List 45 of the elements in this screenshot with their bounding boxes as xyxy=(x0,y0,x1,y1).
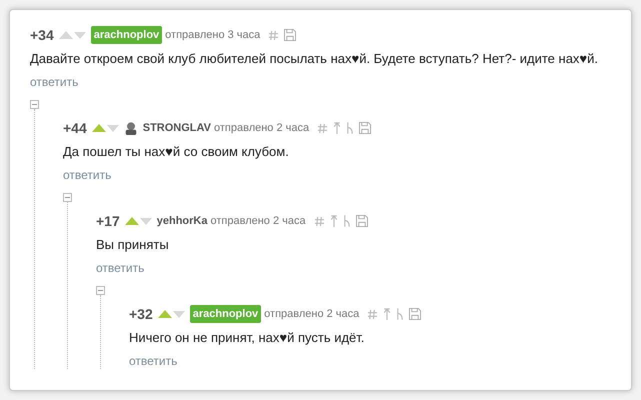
hash-icon[interactable] xyxy=(317,122,328,134)
arrow-up-icon[interactable] xyxy=(333,122,342,134)
author-name[interactable]: STRONGLAV xyxy=(142,120,211,136)
comment-text: Да пошел ты нах♥й со своим клубом. xyxy=(63,144,290,160)
branch-icon[interactable] xyxy=(342,215,351,227)
arrow-up-icon[interactable] xyxy=(330,215,338,227)
branch-icon[interactable] xyxy=(396,308,404,320)
reply-link[interactable]: ответить xyxy=(129,353,178,369)
downvote-icon[interactable] xyxy=(172,310,185,318)
save-icon[interactable] xyxy=(359,122,372,134)
comment-text: Ничего он не принят, нах♥й пусть идёт. xyxy=(129,330,366,346)
save-icon[interactable] xyxy=(409,308,422,320)
downvote-icon[interactable] xyxy=(140,218,152,224)
author-name[interactable]: arachnoplov xyxy=(90,26,162,44)
hash-icon[interactable] xyxy=(367,308,378,320)
arrow-up-icon[interactable] xyxy=(383,308,392,320)
upvote-icon[interactable] xyxy=(158,310,172,318)
reply-link[interactable]: ответить xyxy=(30,74,78,90)
comment-score: +34 xyxy=(30,26,54,44)
comment-time: отправлено 2 часа xyxy=(264,306,360,322)
collapse-toggle[interactable] xyxy=(63,193,72,202)
collapse-toggle[interactable] xyxy=(30,100,39,109)
downvote-icon[interactable] xyxy=(106,124,119,132)
comment-text: Вы приняты xyxy=(96,237,170,253)
downvote-icon[interactable] xyxy=(74,32,86,38)
comment-text: Давайте откроем свой клуб любителей посылать нах♥й. Будете вступать? Нет?- идите нах♥й. xyxy=(30,51,600,67)
hash-icon[interactable] xyxy=(314,216,325,226)
comment-time: отправлено 2 часа xyxy=(214,120,310,136)
branch-icon[interactable] xyxy=(346,122,354,134)
comment-score: +32 xyxy=(129,304,153,324)
comment-time: отправлено 3 часа xyxy=(165,28,260,43)
upvote-icon[interactable] xyxy=(124,217,139,225)
save-icon[interactable] xyxy=(284,29,296,41)
upvote-icon[interactable] xyxy=(58,31,73,39)
comment-time: отправлено 2 часа xyxy=(210,214,306,229)
collapse-toggle[interactable] xyxy=(96,286,105,295)
save-icon[interactable] xyxy=(356,215,368,227)
reply-link[interactable]: ответить xyxy=(96,260,144,276)
hash-icon[interactable] xyxy=(268,30,280,40)
upvote-icon[interactable] xyxy=(92,124,106,132)
author-name[interactable]: yehhorKa xyxy=(156,212,208,230)
author-name[interactable]: arachnoplov xyxy=(190,304,262,324)
comment-score: +44 xyxy=(63,118,87,138)
comment-score: +17 xyxy=(96,212,120,230)
reply-link[interactable]: ответить xyxy=(63,167,112,183)
